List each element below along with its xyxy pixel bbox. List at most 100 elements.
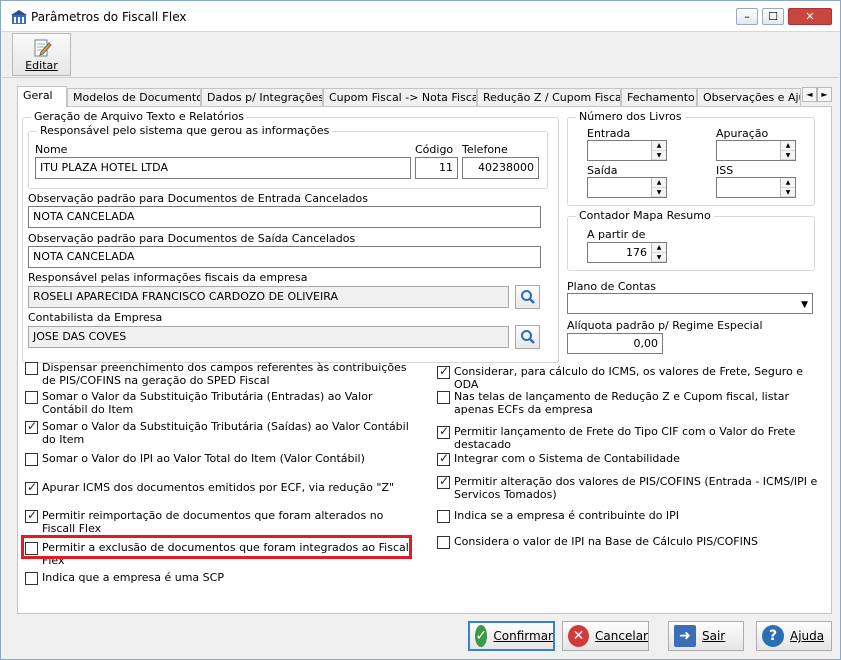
aliquota-field[interactable]: 0,00 bbox=[567, 333, 663, 354]
obs-saida-field[interactable]: NOTA CANCELADA bbox=[28, 246, 541, 268]
checkbox-label: Somar o Valor do IPI ao Valor Total do I… bbox=[42, 452, 365, 465]
minimize-button[interactable]: – bbox=[736, 8, 758, 25]
checkbox-somar-st-saidas[interactable]: Somar o Valor da Substituição Tributária… bbox=[25, 419, 420, 446]
exit-door-icon: ➜ bbox=[674, 625, 696, 647]
tab-fechamento[interactable]: Fechamento bbox=[621, 88, 697, 106]
check-icon: ✓ bbox=[475, 625, 488, 647]
checkbox-box[interactable] bbox=[25, 419, 38, 434]
resp-fiscal-field[interactable]: ROSELI APARECIDA FRANCISCO CARDOZO DE OL… bbox=[28, 286, 509, 308]
tab-scroll-right-icon[interactable]: ► bbox=[817, 87, 832, 102]
checkbox-box[interactable] bbox=[437, 474, 450, 489]
checkbox-alteracao-pis-cofins[interactable]: Permitir alteração dos valores de PIS/CO… bbox=[437, 474, 829, 501]
tab-observacoes-ajustes[interactable]: Observações e Ajus bbox=[697, 88, 801, 106]
tab-scroll-left-icon[interactable]: ◄ bbox=[802, 87, 817, 102]
spinner-arrows-icon[interactable]: ▲ ▼ bbox=[651, 243, 666, 262]
app-icon bbox=[11, 10, 27, 24]
spinner-arrows-icon[interactable]: ▲ ▼ bbox=[651, 178, 666, 197]
exit-button[interactable]: ➜ Sair bbox=[668, 621, 744, 651]
codigo-label: Código bbox=[415, 143, 454, 156]
saida-spinner[interactable]: ▲ ▼ bbox=[587, 177, 667, 198]
entrada-spinner[interactable]: ▲ ▼ bbox=[587, 140, 667, 161]
tab-reducao-z[interactable]: Redução Z / Cupom Fiscal bbox=[477, 88, 621, 106]
help-label: Ajuda bbox=[790, 629, 825, 643]
tab-geral[interactable]: Geral bbox=[17, 86, 67, 107]
confirm-label: Confirmar bbox=[493, 629, 553, 643]
checkbox-label: Apurar ICMS dos documentos emitidos por … bbox=[42, 481, 395, 494]
iss-spinner[interactable]: ▲ ▼ bbox=[716, 177, 796, 198]
livros-title: Número dos Livros bbox=[576, 110, 685, 123]
checkbox-box[interactable] bbox=[25, 391, 38, 404]
checkbox-listar-ecfs[interactable]: Nas telas de lançamento de Redução Z e C… bbox=[437, 390, 829, 416]
contabilista-field[interactable]: JOSE DAS COVES bbox=[28, 326, 509, 348]
checkbox-box[interactable] bbox=[25, 453, 38, 466]
tab-dados-integracoes[interactable]: Dados p/ Integrações bbox=[201, 88, 323, 106]
checkbox-integrar-contabilidade[interactable]: Integrar com o Sistema de Contabilidade bbox=[437, 451, 829, 466]
spinner-arrows-icon[interactable]: ▲ ▼ bbox=[780, 141, 795, 160]
responsavel-title: Responsável pelo sistema que gerou as in… bbox=[37, 124, 333, 137]
contador-group: Contador Mapa Resumo A partir de 176 ▲ ▼ bbox=[567, 209, 815, 271]
checkbox-considerar-frete-seguro[interactable]: Considerar, para cálculo do ICMS, os val… bbox=[437, 364, 829, 391]
confirm-button[interactable]: ✓ Confirmar bbox=[468, 621, 555, 651]
nome-field[interactable]: ITU PLAZA HOTEL LTDA bbox=[35, 157, 411, 179]
resp-fiscal-label: Responsável pelas informações fiscais da… bbox=[28, 271, 308, 284]
minimize-icon: – bbox=[744, 10, 750, 23]
checkbox-box[interactable] bbox=[25, 362, 38, 375]
entrada-label: Entrada bbox=[587, 127, 631, 140]
apuracao-label: Apuração bbox=[716, 127, 769, 140]
checkbox-box[interactable] bbox=[437, 536, 450, 549]
checkbox-contribuinte-ipi[interactable]: Indica se a empresa é contribuinte do IP… bbox=[437, 509, 829, 523]
spinner-arrows-icon[interactable]: ▲ ▼ bbox=[651, 141, 666, 160]
checkbox-permitir-reimportacao[interactable]: Permitir reimportação de documentos que … bbox=[25, 508, 420, 535]
help-button[interactable]: ? Ajuda bbox=[756, 621, 832, 651]
checkbox-label: Nas telas de lançamento de Redução Z e C… bbox=[454, 390, 790, 416]
maximize-icon: ☐ bbox=[768, 10, 778, 23]
edit-label: Editar bbox=[25, 59, 58, 72]
chevron-down-icon: ▼ bbox=[801, 300, 808, 310]
codigo-field[interactable]: 11 bbox=[415, 157, 458, 179]
apuracao-spinner[interactable]: ▲ ▼ bbox=[716, 140, 796, 161]
checkbox-box[interactable] bbox=[437, 364, 450, 379]
exit-label: Sair bbox=[702, 629, 726, 643]
contabilista-search-button[interactable] bbox=[515, 325, 540, 349]
cancel-button[interactable]: ✕ Cancelar bbox=[562, 621, 649, 651]
checkbox-box[interactable] bbox=[437, 391, 450, 404]
tab-cupom-nota-fiscal[interactable]: Cupom Fiscal -> Nota Fiscal bbox=[323, 88, 477, 106]
tab-panel-geral: Geração de Arquivo Texto e Relatórios Re… bbox=[17, 106, 832, 614]
checkbox-label: Indica que a empresa é uma SCP bbox=[42, 571, 224, 584]
checkbox-apurar-icms-ecf[interactable]: Apurar ICMS dos documentos emitidos por … bbox=[25, 480, 420, 495]
toolbar: Editar bbox=[2, 32, 839, 78]
checkbox-box[interactable] bbox=[437, 510, 450, 523]
checkbox-label: Considerar, para cálculo do ICMS, os val… bbox=[454, 365, 804, 391]
spinner-arrows-icon[interactable]: ▲ ▼ bbox=[780, 178, 795, 197]
checkbox-frete-cif[interactable]: Permitir lançamento de Frete do Tipo CIF… bbox=[437, 424, 829, 451]
tab-modelos-documento[interactable]: Modelos de Documento bbox=[67, 88, 201, 106]
checkbox-label: Somar o Valor da Substituição Tributária… bbox=[42, 390, 373, 416]
a-partir-spinner[interactable]: 176 ▲ ▼ bbox=[587, 242, 667, 263]
checkbox-label: Permitir alteração dos valores de PIS/CO… bbox=[454, 475, 818, 501]
maximize-button[interactable]: ☐ bbox=[762, 8, 784, 25]
checkbox-box[interactable] bbox=[25, 480, 38, 495]
checkbox-somar-ipi[interactable]: Somar o Valor do IPI ao Valor Total do I… bbox=[25, 452, 420, 466]
telefone-field[interactable]: 40238000 bbox=[462, 157, 539, 179]
checkbox-box[interactable] bbox=[25, 508, 38, 523]
plano-contas-select[interactable]: ▼ bbox=[567, 293, 813, 314]
resp-fiscal-search-button[interactable] bbox=[515, 285, 540, 309]
checkbox-label: Permitir reimportação de documentos que … bbox=[42, 509, 384, 535]
highlight-box bbox=[21, 535, 412, 559]
checkbox-box[interactable] bbox=[25, 572, 38, 585]
search-icon bbox=[520, 330, 535, 344]
title-bar: Parâmetros do Fiscall Flex – ☐ ✕ bbox=[1, 1, 840, 32]
checkbox-box[interactable] bbox=[437, 424, 450, 439]
checkbox-somar-st-entradas[interactable]: Somar o Valor da Substituição Tributária… bbox=[25, 390, 420, 416]
checkbox-empresa-scp[interactable]: Indica que a empresa é uma SCP bbox=[25, 571, 420, 585]
parametros-window: Parâmetros do Fiscall Flex – ☐ ✕ Editar … bbox=[0, 0, 841, 660]
checkbox-dispensar-pis-cofins[interactable]: Dispensar preenchimento dos campos refer… bbox=[25, 361, 420, 387]
obs-entrada-field[interactable]: NOTA CANCELADA bbox=[28, 206, 541, 228]
close-button[interactable]: ✕ bbox=[788, 8, 832, 25]
checkbox-label: Indica se a empresa é contribuinte do IP… bbox=[454, 509, 680, 522]
checkbox-label: Considera o valor de IPI na Base de Cálc… bbox=[454, 535, 759, 548]
checkbox-box[interactable] bbox=[437, 451, 450, 466]
checkbox-ipi-base-pis-cofins[interactable]: Considera o valor de IPI na Base de Cálc… bbox=[437, 535, 829, 549]
window-title: Parâmetros do Fiscall Flex bbox=[31, 10, 187, 24]
edit-button[interactable]: Editar bbox=[12, 33, 71, 76]
